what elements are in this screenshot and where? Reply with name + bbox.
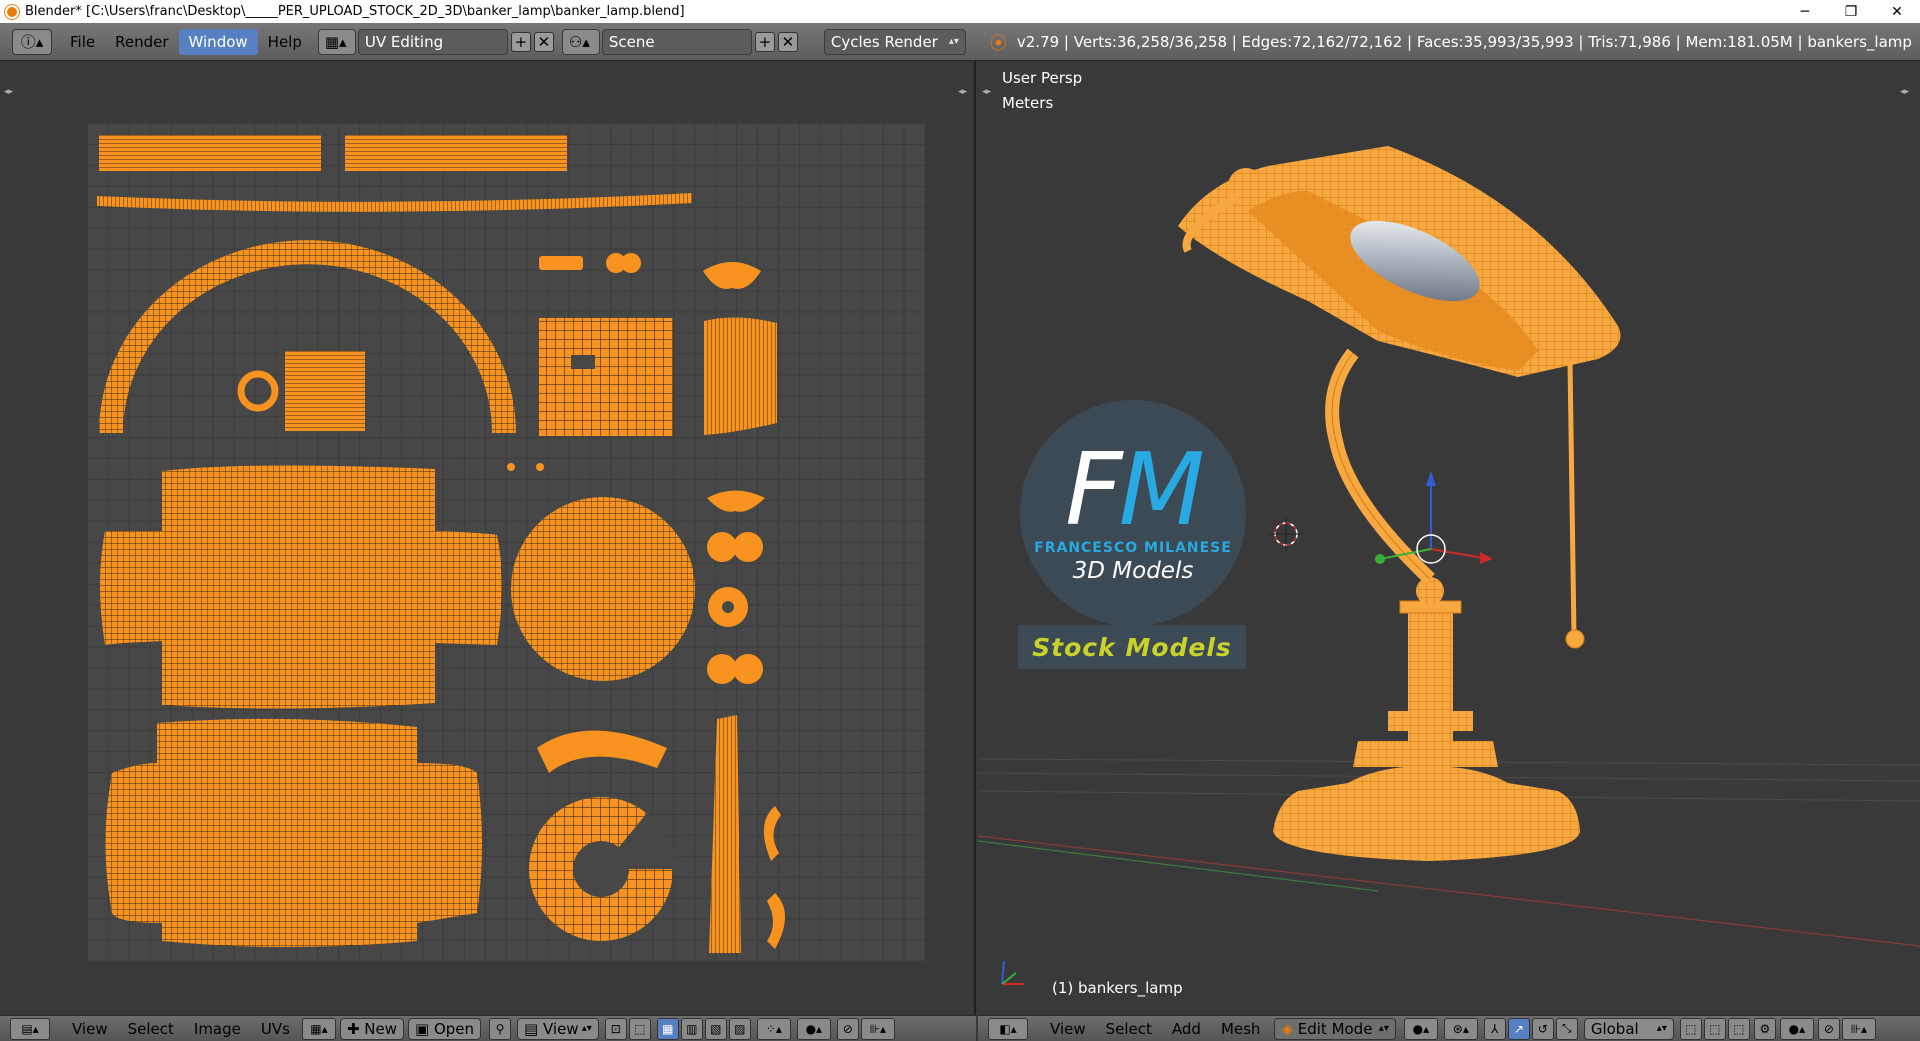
edit-mode-icon: ◈ bbox=[1281, 1019, 1298, 1038]
uv-menu-image[interactable]: Image bbox=[184, 1017, 251, 1041]
scene-add-icon[interactable]: + bbox=[754, 31, 775, 52]
folder-icon: ▣ bbox=[415, 1019, 434, 1038]
uv-menu-view[interactable]: View bbox=[62, 1017, 118, 1041]
manipulator-toggle-icon[interactable]: ⅄ bbox=[1483, 1017, 1506, 1040]
plus-icon: ✚ bbox=[346, 1019, 365, 1038]
lamp-arm[interactable] bbox=[1325, 348, 1435, 585]
minimize-button[interactable]: ─ bbox=[1782, 0, 1828, 23]
scene-icon: ⚇▴ bbox=[568, 32, 590, 51]
dropdown-arrows-icon: ▴▾ bbox=[948, 36, 959, 47]
viewport-shading-select[interactable]: ●▴ bbox=[1403, 1017, 1438, 1040]
proportional-edit-select[interactable]: ●▴ bbox=[796, 1017, 831, 1040]
layout-delete-icon[interactable]: ✕ bbox=[533, 31, 554, 52]
uv-menu-select[interactable]: Select bbox=[118, 1017, 184, 1041]
stock-models-badge: Stock Models bbox=[1018, 625, 1246, 669]
restore-button[interactable]: ❐ bbox=[1828, 0, 1874, 23]
active-object-label: (1) bankers_lamp bbox=[1052, 979, 1183, 997]
lamp-base[interactable] bbox=[1273, 577, 1580, 861]
uv-islands[interactable] bbox=[87, 123, 925, 961]
viewport-menu-select[interactable]: Select bbox=[1096, 1017, 1162, 1041]
layout-add-icon[interactable]: + bbox=[510, 31, 531, 52]
close-window-button[interactable]: ✕ bbox=[1874, 0, 1920, 23]
rotate-manipulator-icon[interactable]: ↺ bbox=[1531, 1017, 1554, 1040]
face-select-mode-icon[interactable]: ⬚ bbox=[1727, 1017, 1750, 1040]
viewport-snap-icon[interactable]: ⊘ bbox=[1817, 1017, 1840, 1040]
uv-shade-islands[interactable] bbox=[100, 465, 502, 947]
interaction-mode-select[interactable]: ◈ Edit Mode ▴▾ bbox=[1274, 1017, 1396, 1040]
render-engine-select[interactable]: Cycles Render ▴▾ bbox=[823, 28, 966, 55]
pin-icon[interactable]: ⚲ bbox=[489, 1017, 512, 1040]
open-image-button[interactable]: ▣ Open bbox=[408, 1017, 482, 1040]
snap-target-select[interactable]: ⊪▴ bbox=[860, 1017, 895, 1040]
layout-grid-icon: ▦▴ bbox=[324, 32, 347, 51]
limit-selection-icon[interactable]: ⚙ bbox=[1753, 1017, 1776, 1040]
menu-render[interactable]: Render bbox=[105, 29, 178, 55]
view-icon: ▤ bbox=[524, 1019, 543, 1038]
scene-delete-icon[interactable]: ✕ bbox=[777, 31, 798, 52]
viewport-header: ◧▴ View Select Add Mesh ◈ Edit Mode ▴▾ ●… bbox=[978, 1015, 1920, 1041]
menu-file[interactable]: File bbox=[60, 29, 105, 55]
uv-menu-uvs[interactable]: UVs bbox=[251, 1017, 300, 1041]
layout-browse-button[interactable]: ▦▴ bbox=[317, 28, 356, 55]
uv-editor-header: ▤▴ View Select Image UVs ▦▴ ✚ New ▣ Open… bbox=[0, 1015, 976, 1041]
editor-type-3d-button[interactable]: ◧▴ bbox=[988, 1017, 1028, 1040]
uv-image-editor[interactable]: ◂▸ ◂▸ bbox=[0, 61, 976, 1015]
vertex-select-mode-icon[interactable]: ⬚ bbox=[1679, 1017, 1702, 1040]
edge-select-icon[interactable]: ▥ bbox=[680, 1017, 703, 1040]
viewport-proportional-edit-select[interactable]: ●▴ bbox=[1779, 1017, 1814, 1040]
scene-name-field[interactable]: Scene bbox=[601, 28, 752, 55]
viewport-menu-add[interactable]: Add bbox=[1162, 1017, 1211, 1041]
uv-disc-islands[interactable] bbox=[511, 497, 785, 953]
face-select-icon[interactable]: ▧ bbox=[704, 1017, 727, 1040]
menu-window[interactable]: Window bbox=[178, 28, 258, 55]
window-titlebar: Blender* [C:\Users\franc\Desktop\_____PE… bbox=[0, 0, 1920, 23]
scene-browse-button[interactable]: ⚇▴ bbox=[561, 28, 600, 55]
toolshelf-toggle-icon[interactable]: ◂▸ bbox=[4, 87, 13, 97]
layout-name-field[interactable]: UV Editing bbox=[357, 28, 508, 55]
viewport-menu-view[interactable]: View bbox=[1040, 1017, 1096, 1041]
menu-help[interactable]: Help bbox=[258, 29, 312, 55]
edge-select-mode-icon[interactable]: ⬚ bbox=[1703, 1017, 1726, 1040]
island-select-icon[interactable]: ▨ bbox=[728, 1017, 751, 1040]
axis-gizmo-icon bbox=[1001, 960, 1024, 985]
properties-toggle-icon[interactable]: ◂▸ bbox=[958, 87, 967, 97]
pivot-icon[interactable]: ⊡ bbox=[604, 1017, 627, 1040]
uv-strips[interactable] bbox=[97, 135, 692, 212]
scene-statistics: v2.79 | Verts:36,258/36,258 | Edges:72,1… bbox=[1016, 32, 1912, 51]
scale-manipulator-icon[interactable]: ⤡ bbox=[1555, 1017, 1578, 1040]
uv-grid-canvas[interactable] bbox=[87, 123, 925, 961]
uv-view-mode-select[interactable]: ▤ View ▴▾ bbox=[517, 1017, 599, 1040]
viewport-menu-mesh[interactable]: Mesh bbox=[1211, 1017, 1271, 1041]
info-header: ⓘ▴ File Render Window Help ▦▴ UV Editing… bbox=[0, 23, 1920, 61]
blender-logo-icon bbox=[5, 4, 19, 19]
vertex-select-icon[interactable]: ▦ bbox=[656, 1017, 679, 1040]
transform-orientation-select[interactable]: Global ▴▾ bbox=[1583, 1017, 1674, 1040]
editor-type-uv-button[interactable]: ▤▴ bbox=[10, 1017, 50, 1040]
translate-manipulator-icon[interactable]: ↗ bbox=[1507, 1017, 1530, 1040]
new-image-button[interactable]: ✚ New bbox=[339, 1017, 404, 1040]
blender-render-icon: ⦿ bbox=[989, 34, 1007, 54]
editor-type-info-button[interactable]: ⓘ▴ bbox=[12, 28, 52, 55]
info-icon: ⓘ▴ bbox=[20, 33, 44, 51]
pivot-point-select[interactable]: ⊛▴ bbox=[1443, 1017, 1478, 1040]
viewport-snap-target-select[interactable]: ⊪▴ bbox=[1841, 1017, 1876, 1040]
snap-icon[interactable]: ⊘ bbox=[836, 1017, 859, 1040]
image-browse-button[interactable]: ▦▴ bbox=[301, 1017, 336, 1040]
sticky-mode-select[interactable]: ⁘▴ bbox=[756, 1017, 791, 1040]
sync-selection-icon[interactable]: ⬚ bbox=[628, 1017, 651, 1040]
3d-cursor-icon[interactable] bbox=[1269, 517, 1303, 551]
window-title: Blender* [C:\Users\franc\Desktop\_____PE… bbox=[25, 4, 685, 19]
watermark-logo: FM FRANCESCO MILANESE 3D Models bbox=[1020, 400, 1246, 626]
